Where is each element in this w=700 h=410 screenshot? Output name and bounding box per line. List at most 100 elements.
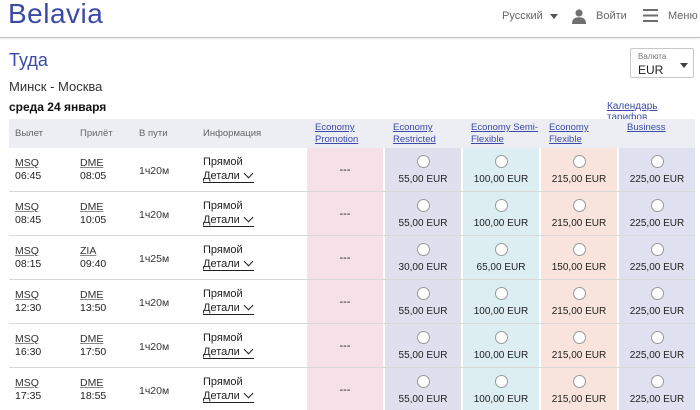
fare-price: 215,00 EUR — [551, 218, 607, 229]
fare-price: 65,00 EUR — [476, 262, 526, 273]
fare-cell[interactable]: 150,00 EUR — [541, 236, 617, 280]
fare-radio-button[interactable] — [573, 287, 586, 300]
fare-radio-button[interactable] — [495, 375, 508, 388]
fare-radio-button[interactable] — [651, 243, 664, 256]
user-icon[interactable] — [571, 8, 587, 24]
language-selector[interactable]: Русский — [502, 10, 543, 22]
departure-airport: MSQ — [15, 201, 39, 213]
fare-price: 100,00 EUR — [473, 174, 529, 185]
fare-cell[interactable]: 55,00 EUR — [385, 324, 461, 368]
fare-unavailable: --- — [339, 296, 351, 308]
fare-cell[interactable]: 215,00 EUR — [541, 192, 617, 236]
fare-cell[interactable]: 55,00 EUR — [385, 280, 461, 324]
fare-radio-button[interactable] — [417, 199, 430, 212]
fare-class-header[interactable]: Economy Semi- Flexible — [471, 119, 539, 148]
fare-cell[interactable]: 215,00 EUR — [541, 148, 617, 192]
fare-cell[interactable]: 55,00 EUR — [385, 192, 461, 236]
details-toggle[interactable]: Детали — [203, 344, 254, 359]
fare-price: 215,00 EUR — [551, 174, 607, 185]
fare-radio-button[interactable] — [417, 287, 430, 300]
fare-class-header[interactable]: Economy Flexible — [549, 119, 617, 148]
fare-cell[interactable]: 225,00 EUR — [619, 236, 695, 280]
fare-radio-button[interactable] — [651, 375, 664, 388]
menu-link[interactable]: Меню — [668, 10, 698, 22]
fare-cell[interactable]: 100,00 EUR — [463, 148, 539, 192]
details-toggle[interactable]: Детали — [203, 168, 254, 183]
fare-cell[interactable]: 55,00 EUR — [385, 148, 461, 192]
fare-cell[interactable]: 55,00 EUR — [385, 368, 461, 410]
fare-radio-button[interactable] — [651, 155, 664, 168]
chevron-down-icon[interactable] — [550, 14, 558, 19]
hamburger-menu-icon[interactable] — [643, 9, 658, 22]
fare-class-line1: Economy — [393, 122, 433, 133]
flight-type: Прямой — [203, 288, 243, 300]
fare-class-header[interactable]: Economy Restricted — [393, 119, 461, 148]
arrival-airport: ZIA — [80, 245, 97, 257]
details-toggle[interactable]: Детали — [203, 300, 254, 315]
fare-radio-button[interactable] — [495, 243, 508, 256]
fare-radio-button[interactable] — [495, 155, 508, 168]
chevron-down-icon — [243, 388, 254, 399]
departure-time: 16:30 — [15, 346, 42, 358]
arrival-time: 10:05 — [80, 214, 107, 226]
fare-cell[interactable]: 215,00 EUR — [541, 324, 617, 368]
fare-cell[interactable]: 225,00 EUR — [619, 148, 695, 192]
fare-radio-button[interactable] — [573, 199, 586, 212]
fare-radio-button[interactable] — [417, 375, 430, 388]
departure-airport: MSQ — [15, 157, 39, 169]
fare-cell[interactable]: 65,00 EUR — [463, 236, 539, 280]
fare-cell[interactable]: 225,00 EUR — [619, 324, 695, 368]
arrival-time: 08:05 — [80, 170, 107, 182]
fare-radio-button[interactable] — [495, 199, 508, 212]
fare-cell[interactable]: 225,00 EUR — [619, 368, 695, 410]
fare-class-label: Economy Flexible — [549, 122, 589, 146]
fare-radio-button[interactable] — [573, 375, 586, 388]
chevron-down-icon — [243, 168, 254, 179]
fare-cell[interactable]: 225,00 EUR — [619, 280, 695, 324]
fare-cell: --- — [307, 368, 383, 410]
fare-class-label: Business — [627, 122, 666, 134]
fare-radio-button[interactable] — [651, 199, 664, 212]
arrival-airport: DME — [80, 157, 104, 169]
fare-cell[interactable]: 100,00 EUR — [463, 368, 539, 410]
details-label: Детали — [203, 258, 240, 270]
fare-radio-button[interactable] — [651, 331, 664, 344]
flight-row: MSQ 17:35 DME 18:55 1ч20м Прямой Детали --- 55,0… — [9, 368, 695, 410]
fare-radio-button[interactable] — [651, 287, 664, 300]
column-header: Прилёт — [80, 128, 113, 139]
fare-radio-button[interactable] — [573, 243, 586, 256]
fare-radio-button[interactable] — [417, 243, 430, 256]
flight-row: MSQ 06:45 DME 08:05 1ч20м Прямой Детали --- 55,0… — [9, 148, 695, 192]
details-label: Детали — [203, 390, 240, 402]
fare-radio-button[interactable] — [495, 287, 508, 300]
fare-class-line2: Promotion — [315, 134, 359, 145]
fare-cell[interactable]: 30,00 EUR — [385, 236, 461, 280]
login-link[interactable]: Войти — [596, 10, 627, 22]
details-toggle[interactable]: Детали — [203, 212, 254, 227]
fare-cell[interactable]: 100,00 EUR — [463, 280, 539, 324]
fare-cell[interactable]: 215,00 EUR — [541, 368, 617, 410]
details-toggle[interactable]: Детали — [203, 388, 254, 403]
fare-price: 30,00 EUR — [398, 262, 448, 273]
column-header: Информация — [203, 128, 262, 139]
chevron-down-icon — [243, 300, 254, 311]
fare-price: 225,00 EUR — [629, 350, 685, 361]
fare-radio-button[interactable] — [417, 331, 430, 344]
fare-class-header[interactable]: Business — [627, 119, 695, 148]
arrival-airport: DME — [80, 377, 104, 389]
fare-class-header[interactable]: Economy Promotion — [315, 119, 383, 148]
fare-radio-button[interactable] — [495, 331, 508, 344]
fare-cell[interactable]: 100,00 EUR — [463, 192, 539, 236]
fare-cell[interactable]: 225,00 EUR — [619, 192, 695, 236]
fare-price: 100,00 EUR — [473, 350, 529, 361]
fare-radio-button[interactable] — [417, 155, 430, 168]
fare-cell[interactable]: 215,00 EUR — [541, 280, 617, 324]
fare-radio-button[interactable] — [573, 155, 586, 168]
column-header: В пути — [139, 128, 168, 139]
departure-airport: MSQ — [15, 333, 39, 345]
belavia-logo[interactable]: Belavia — [8, 0, 103, 30]
details-toggle[interactable]: Детали — [203, 256, 254, 271]
fare-radio-button[interactable] — [573, 331, 586, 344]
fare-cell[interactable]: 100,00 EUR — [463, 324, 539, 368]
currency-select[interactable]: Валюта EUR — [630, 48, 694, 78]
